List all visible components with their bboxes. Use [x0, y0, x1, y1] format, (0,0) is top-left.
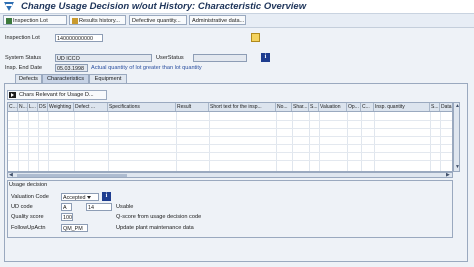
inspection-lot-field[interactable]: 140000000000: [55, 34, 103, 42]
results-history-button[interactable]: Results history...: [69, 15, 126, 25]
column-header[interactable]: DS: [38, 103, 48, 111]
history-icon: [72, 17, 78, 24]
administrative-data-button[interactable]: Administrative data...: [189, 15, 246, 25]
column-header[interactable]: C...: [8, 103, 18, 111]
column-header[interactable]: C...: [361, 103, 374, 111]
tab-defects[interactable]: Defects: [15, 74, 42, 83]
scroll-down-icon[interactable]: ▼: [455, 165, 460, 170]
characteristics-table-header: C... N... L... DS Weighting Defect ... S…: [7, 102, 453, 112]
inspection-lot-button-label: Inspection Lot: [13, 18, 48, 24]
follow-up-label: FollowUpActn: [11, 225, 46, 231]
table-vertical-scrollbar[interactable]: ▲ ▼: [453, 102, 460, 172]
sap-logo-icon: [4, 2, 14, 11]
column-header[interactable]: S...: [430, 103, 440, 111]
administrative-data-button-label: Administrative data...: [192, 18, 245, 24]
ud-code-text: Usable: [116, 204, 134, 210]
tab-characteristics[interactable]: Characteristics: [42, 74, 89, 83]
quantity-message: Actual quantity of lot greater than lot …: [91, 65, 202, 71]
column-header[interactable]: Op...: [347, 103, 361, 111]
column-header[interactable]: Result: [176, 103, 209, 111]
system-status-label: System Status: [5, 55, 42, 61]
usage-decision-title: Usage decision: [9, 182, 48, 188]
scroll-right-icon[interactable]: ▶: [446, 173, 450, 178]
inspection-lot-label: Inspection Lot: [5, 35, 40, 41]
column-header[interactable]: Data: [440, 103, 452, 111]
user-status-field: [193, 54, 247, 62]
title-bar: Change Usage Decision w/out History: Cha…: [0, 0, 474, 14]
ud-code-field-2[interactable]: 14: [86, 203, 112, 211]
change-mode-icon[interactable]: [251, 33, 260, 42]
quality-score-text: Q-score from usage decision code: [116, 214, 202, 220]
column-header[interactable]: Shar...: [292, 103, 309, 111]
system-status-field: UD ICCO: [55, 54, 152, 62]
valuation-info-icon[interactable]: i: [102, 192, 111, 201]
expand-arrow-icon: [11, 93, 14, 97]
column-header[interactable]: Defect ...: [74, 103, 108, 111]
valuation-code-value: Accepted: [63, 195, 86, 201]
chars-relevant-button[interactable]: Chars Relevant for Usage D...: [7, 90, 107, 100]
column-header[interactable]: S...: [309, 103, 319, 111]
ud-code-label: UD code: [11, 204, 33, 210]
table-horizontal-scrollbar[interactable]: ◀ ▶: [7, 172, 453, 178]
chevron-down-icon: [87, 196, 92, 200]
column-header[interactable]: L...: [28, 103, 38, 111]
column-header[interactable]: Weighting: [48, 103, 74, 111]
characteristics-table-body[interactable]: [7, 112, 453, 172]
scroll-thumb[interactable]: [17, 174, 127, 177]
valuation-code-select[interactable]: Accepted: [61, 193, 99, 201]
column-header[interactable]: Valuation: [319, 103, 347, 111]
inspection-lot-button[interactable]: Inspection Lot: [3, 15, 67, 25]
defective-quantity-button-label: Defective quantity...: [132, 18, 181, 24]
insp-end-date-label: Insp. End Date: [5, 65, 43, 71]
display-icon: [6, 17, 12, 24]
application-toolbar: Inspection Lot Results history... Defect…: [0, 14, 474, 28]
quality-score-label: Quality score: [11, 214, 44, 220]
user-status-label: UserStatus: [156, 55, 184, 61]
scroll-left-icon[interactable]: ◀: [9, 173, 13, 178]
quality-score-field[interactable]: 100: [61, 213, 73, 221]
column-header[interactable]: Short text for the insp...: [209, 103, 276, 111]
ud-code-field[interactable]: A: [61, 203, 72, 211]
window-title: Change Usage Decision w/out History: Cha…: [21, 1, 307, 12]
results-history-button-label: Results history...: [79, 18, 120, 24]
column-header[interactable]: Insp. quantity: [374, 103, 430, 111]
follow-up-field[interactable]: QM_PM: [61, 224, 88, 232]
follow-up-text: Update plant maintenance data: [116, 225, 194, 231]
defective-quantity-button[interactable]: Defective quantity...: [129, 15, 187, 25]
column-header[interactable]: No...: [276, 103, 292, 111]
tab-equipment[interactable]: Equipment: [89, 74, 127, 83]
column-header[interactable]: Specifications: [108, 103, 176, 111]
column-header[interactable]: N...: [18, 103, 28, 111]
insp-end-date-field: 05.03.1998: [55, 64, 88, 72]
status-info-icon[interactable]: i: [261, 53, 270, 62]
valuation-code-label: Valuation Code: [11, 194, 49, 200]
scroll-up-icon[interactable]: ▲: [455, 104, 460, 109]
chars-relevant-label: Chars Relevant for Usage D...: [19, 92, 94, 98]
